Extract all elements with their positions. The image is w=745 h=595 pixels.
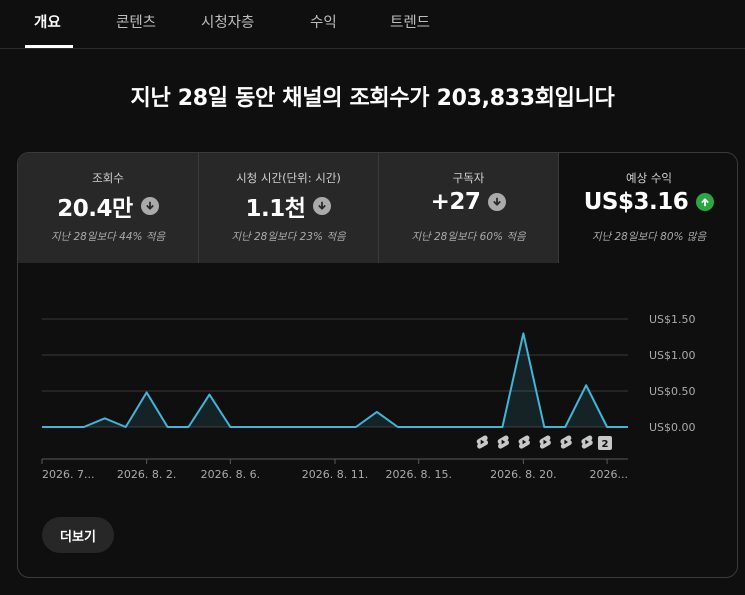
tab-bar: 개요 콘텐츠 시청자층 수익 트렌드 xyxy=(0,0,745,49)
x-tick-label: 2026. 8. 20. xyxy=(490,468,556,481)
x-tick-label: 2026. 8. 11. xyxy=(302,468,368,481)
shorts-icon xyxy=(560,435,572,449)
x-tick-label: 2026. 8. 6. xyxy=(201,468,260,481)
shorts-icon xyxy=(497,435,509,449)
shorts-icon xyxy=(518,435,530,449)
x-tick-label: 2026. 8. 2. xyxy=(117,468,176,481)
series-area xyxy=(42,333,628,427)
x-tick-label: 2026. 8. 15. xyxy=(385,468,451,481)
revenue-line-chart: US$0.00 US$0.50 US$1.00 US$1.50 2 2026. 7... 2… xyxy=(41,313,696,481)
tab-content[interactable]: 콘텐츠 xyxy=(116,0,156,48)
x-tick-label: 2026. 7... xyxy=(42,468,94,481)
shorts-icon xyxy=(476,435,489,449)
page-headline: 지난 28일 동안 채널의 조회수가 203,833회입니다 xyxy=(130,86,615,111)
shorts-icon xyxy=(581,435,593,449)
tab-overview[interactable]: 개요 xyxy=(34,0,61,48)
y-tick-label: US$0.50 xyxy=(649,385,696,398)
y-tick-label: US$0.00 xyxy=(649,421,696,434)
x-tick-label: 2026... xyxy=(590,468,628,481)
shorts-icon xyxy=(539,435,551,449)
active-tab-indicator xyxy=(25,45,73,48)
y-tick-label: US$1.00 xyxy=(649,349,696,362)
analytics-card: 조회수 20.4만 지난 28일보다 44% 적음 시청 시간(단위: 시간) … xyxy=(17,152,738,578)
tab-audience[interactable]: 시청자층 xyxy=(201,0,254,48)
tab-revenue[interactable]: 수익 xyxy=(310,0,337,48)
tab-trends[interactable]: 트렌드 xyxy=(390,0,430,48)
marker-badge-count: 2 xyxy=(601,439,608,450)
y-tick-label: US$1.50 xyxy=(649,313,696,326)
see-more-button[interactable]: 더보기 xyxy=(42,517,114,553)
